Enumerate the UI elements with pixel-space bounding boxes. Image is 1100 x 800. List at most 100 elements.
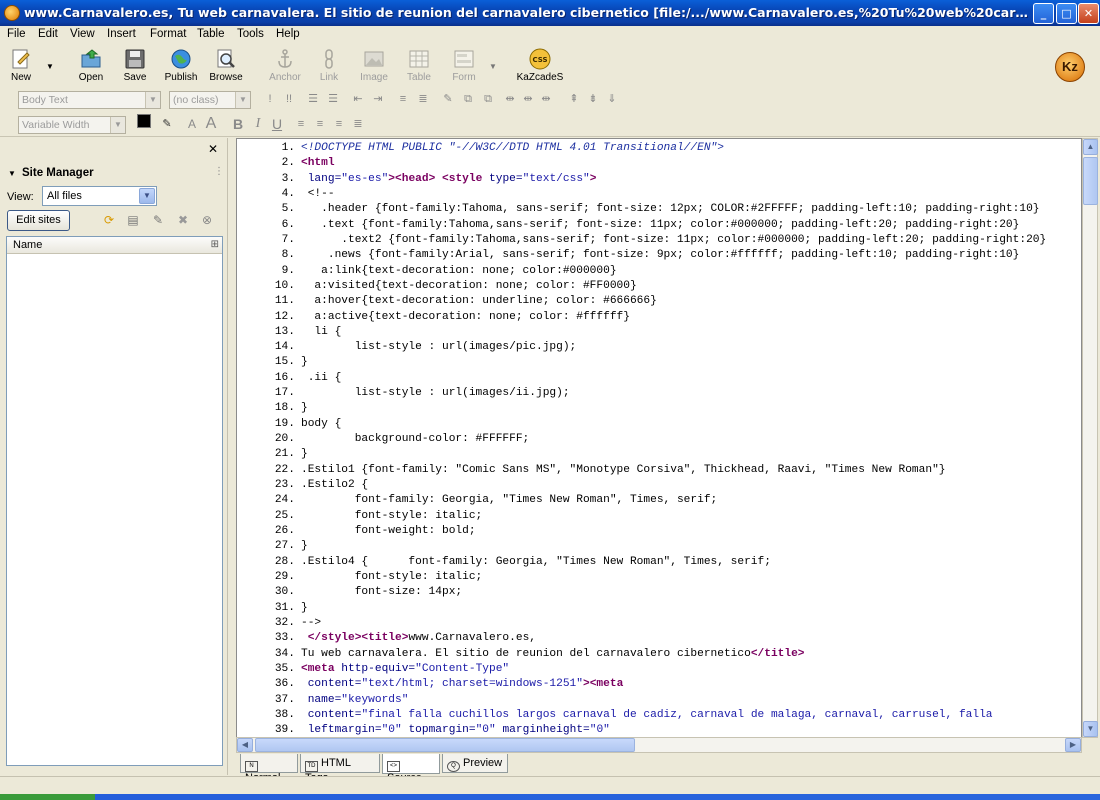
font-family-select[interactable]: Variable Width ▼ (18, 116, 126, 134)
paragraph-style-select[interactable]: Body Text ▼ (18, 91, 161, 109)
code-line[interactable]: } (301, 447, 1081, 462)
menu-file[interactable]: File (7, 28, 26, 40)
menu-help[interactable]: Help (276, 28, 300, 40)
code-line[interactable]: background-color: #FFFFFF; (301, 432, 1081, 447)
menu-view[interactable]: View (70, 28, 95, 40)
kazcades-button[interactable]: CSS KaZcadeS (514, 48, 566, 88)
new-folder-icon[interactable]: ▤ (125, 212, 141, 228)
table-button[interactable]: Table (395, 48, 443, 88)
align-left-icon[interactable]: ≡ (293, 116, 309, 132)
code-line[interactable]: a:visited{text-decoration: none; color: … (301, 279, 1081, 294)
menu-insert[interactable]: Insert (107, 28, 136, 40)
paste-style-icon[interactable]: ⧉ (480, 91, 496, 107)
code-line[interactable]: font-size: 14px; (301, 585, 1081, 600)
delete-icon[interactable]: ✖ (175, 212, 191, 228)
form-button[interactable]: Form (440, 48, 488, 88)
align-right-icon[interactable]: ≡ (331, 116, 347, 132)
delete-row-icon[interactable]: ⇓ (604, 91, 620, 107)
code-line[interactable]: font-style: italic; (301, 509, 1081, 524)
open-button[interactable]: Open (67, 48, 115, 88)
code-line[interactable]: body { (301, 417, 1081, 432)
code-line[interactable]: list-style : url(images/pic.jpg); (301, 340, 1081, 355)
code-line[interactable]: li { (301, 325, 1081, 340)
menu-tools[interactable]: Tools (237, 28, 264, 40)
class-select[interactable]: (no class) ▼ (169, 91, 251, 109)
code-line[interactable]: .ii { (301, 371, 1081, 386)
tab-html-tags[interactable]: TDHTML Tags (300, 754, 380, 784)
code-line[interactable]: .header {font-family:Tahoma, sans-serif;… (301, 202, 1081, 217)
insert-column-right-icon[interactable]: ⇹ (520, 91, 536, 107)
new-button[interactable]: New (0, 48, 45, 88)
vertical-scroll-thumb[interactable] (1083, 157, 1098, 205)
code-line[interactable]: .news {font-family:Arial, sans-serif; fo… (301, 248, 1081, 263)
refresh-icon[interactable]: ⟳ (101, 212, 117, 228)
code-line[interactable]: font-weight: bold; (301, 524, 1081, 539)
code-line[interactable]: font-style: italic; (301, 570, 1081, 585)
rename-icon[interactable]: ✎ (150, 212, 166, 228)
scroll-right-icon[interactable]: ▶ (1065, 738, 1081, 752)
code-line[interactable]: Tu web carnavalera. El sitio de reunion … (301, 647, 1081, 662)
code-line[interactable]: name="keywords" (301, 693, 1081, 708)
view-filter-select[interactable]: All files ▼ (42, 186, 157, 206)
strong-emphasis-icon[interactable]: !! (281, 91, 297, 107)
code-line[interactable]: --> (301, 616, 1081, 631)
align-center-icon[interactable]: ≡ (312, 116, 328, 132)
form-dropdown-arrow[interactable]: ▼ (489, 62, 497, 71)
align-block-right-icon[interactable]: ≣ (415, 91, 431, 107)
scroll-left-icon[interactable]: ◀ (237, 738, 253, 752)
code-line[interactable]: list-style : url(images/ii.jpg); (301, 386, 1081, 401)
bullet-list-icon[interactable]: ☰ (325, 91, 341, 107)
smaller-font-icon[interactable]: A (184, 116, 200, 132)
image-button[interactable]: Image (350, 48, 398, 88)
code-line[interactable]: .Estilo1 {font-family: "Comic Sans MS", … (301, 463, 1081, 478)
code-line[interactable]: } (301, 355, 1081, 370)
indent-icon[interactable]: ⇥ (370, 91, 386, 107)
collapse-triangle-icon[interactable]: ▼ (8, 169, 16, 178)
horizontal-scroll-thumb[interactable] (255, 738, 635, 752)
anchor-button[interactable]: Anchor (261, 48, 309, 88)
maximize-button[interactable]: □ (1056, 3, 1077, 24)
minimize-button[interactable]: _ (1033, 3, 1054, 24)
copy-style-icon[interactable]: ⧉ (460, 91, 476, 107)
new-dropdown-arrow[interactable]: ▼ (46, 62, 54, 71)
underline-icon[interactable]: U (269, 116, 285, 132)
scroll-down-icon[interactable]: ▼ (1083, 721, 1098, 737)
column-picker-icon[interactable]: ⊞ (211, 239, 219, 250)
outdent-icon[interactable]: ⇤ (350, 91, 366, 107)
vertical-scrollbar[interactable]: ▲ ▼ (1082, 138, 1098, 738)
code-line[interactable]: a:link{text-decoration: none; color:#000… (301, 264, 1081, 279)
publish-button[interactable]: Publish (157, 48, 205, 88)
code-line[interactable]: content="text/html; charset=windows-1251… (301, 677, 1081, 692)
link-button[interactable]: Link (305, 48, 353, 88)
code-line[interactable]: } (301, 601, 1081, 616)
highlight-pen-icon[interactable]: ✎ (159, 116, 175, 132)
menu-table[interactable]: Table (197, 28, 225, 40)
justify-icon[interactable]: ≣ (350, 116, 366, 132)
site-file-list[interactable]: Name ⊞ (6, 236, 223, 766)
code-line[interactable]: <!DOCTYPE HTML PUBLIC "-//W3C//DTD HTML … (301, 141, 1081, 156)
code-line[interactable]: a:active{text-decoration: none; color: #… (301, 310, 1081, 325)
insert-column-left-icon[interactable]: ⇹ (502, 91, 518, 107)
css-rule-icon[interactable]: ✎ (440, 91, 456, 107)
browse-button[interactable]: Browse (202, 48, 250, 88)
delete-column-icon[interactable]: ⇹ (538, 91, 554, 107)
close-icon[interactable]: ✕ (208, 142, 218, 156)
code-line[interactable]: .Estilo2 { (301, 478, 1081, 493)
code-line[interactable]: <!-- (301, 187, 1081, 202)
horizontal-scrollbar[interactable]: ◀ ▶ (236, 737, 1082, 753)
text-color-swatch[interactable] (137, 114, 151, 128)
code-line[interactable]: } (301, 539, 1081, 554)
code-line[interactable]: <html (301, 156, 1081, 171)
insert-row-below-icon[interactable]: ⇟ (585, 91, 601, 107)
code-line[interactable]: } (301, 401, 1081, 416)
code-line[interactable]: .Estilo4 { font-family: Georgia, "Times … (301, 555, 1081, 570)
larger-font-icon[interactable]: A (203, 116, 219, 132)
save-button[interactable]: Save (111, 48, 159, 88)
code-line[interactable]: <meta http-equiv="Content-Type" (301, 662, 1081, 677)
italic-icon[interactable]: I (250, 116, 266, 132)
align-block-icon[interactable]: ≡ (395, 91, 411, 107)
menu-format[interactable]: Format (150, 28, 186, 40)
numbered-list-icon[interactable]: ☰ (305, 91, 321, 107)
code-line[interactable]: content="final falla cuchillos largos ca… (301, 708, 1081, 723)
emphasis-icon[interactable]: ! (262, 91, 278, 107)
